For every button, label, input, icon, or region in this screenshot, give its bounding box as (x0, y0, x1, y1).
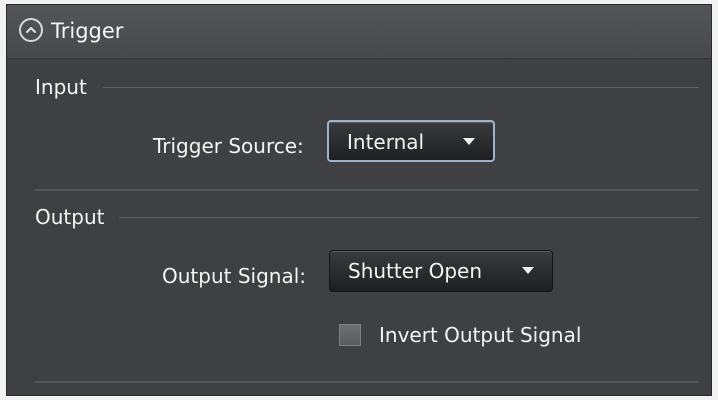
panel-title: Trigger (51, 19, 124, 43)
output-signal-value: Shutter Open (348, 259, 483, 283)
output-section-line (119, 217, 699, 218)
input-divider (35, 189, 699, 191)
trigger-header[interactable]: Trigger (7, 5, 711, 59)
trigger-source-label: Trigger Source: (153, 134, 304, 158)
invert-output-checkbox[interactable] (339, 324, 361, 346)
caret-down-icon (463, 138, 475, 145)
output-section-label: Output (35, 205, 105, 229)
output-signal-label: Output Signal: (162, 264, 307, 288)
chevron-up-circle-icon[interactable] (19, 18, 43, 42)
trigger-source-value: Internal (347, 130, 425, 154)
trigger-source-dropdown[interactable]: Internal (327, 120, 495, 162)
trigger-panel: Trigger Input Trigger Source: Internal O… (6, 4, 712, 396)
input-section-line (103, 87, 699, 88)
output-signal-dropdown[interactable]: Shutter Open (329, 250, 553, 292)
caret-down-icon (522, 267, 534, 274)
output-divider (35, 381, 699, 383)
invert-output-label[interactable]: Invert Output Signal (379, 323, 581, 347)
input-section-label: Input (35, 75, 87, 99)
